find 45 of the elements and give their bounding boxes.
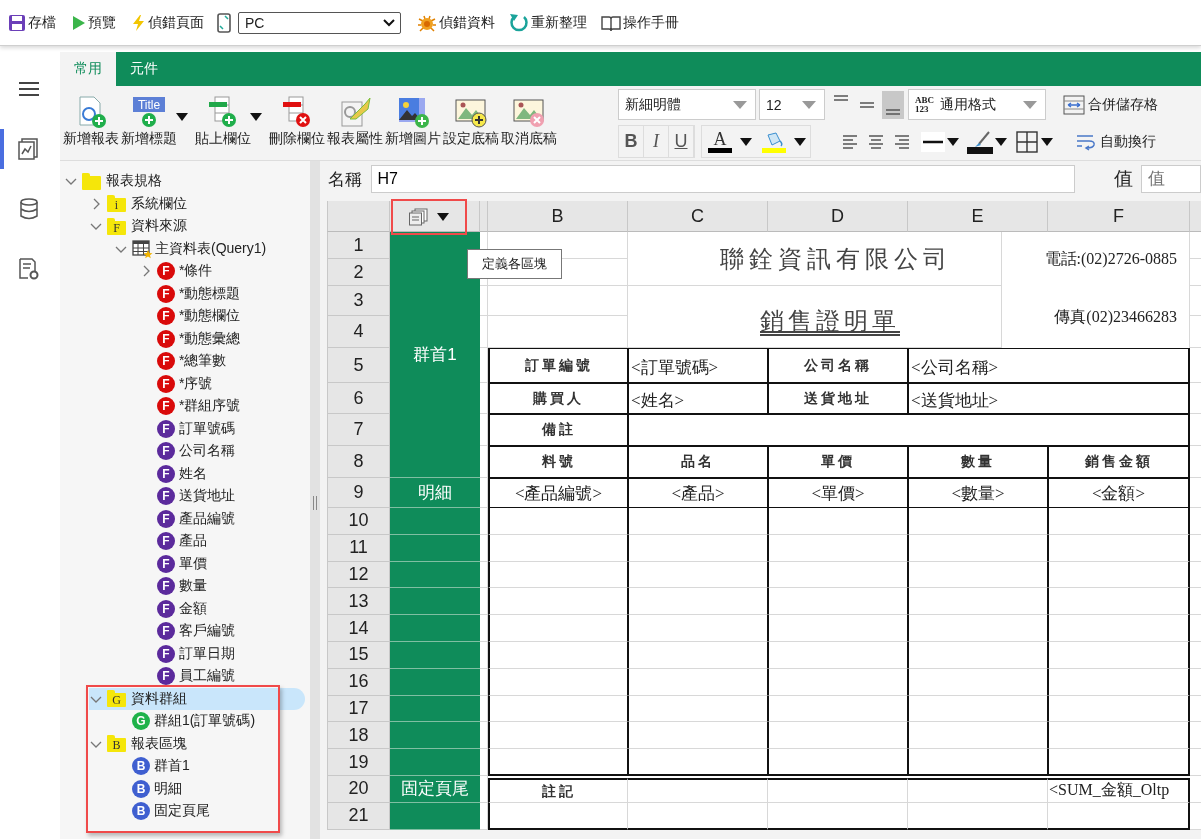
field-label: 備註 — [488, 414, 628, 446]
folder-icon: G — [107, 693, 126, 708]
badge-icon: F — [157, 352, 175, 371]
badge-icon: F — [157, 644, 175, 663]
badge-icon: F — [157, 442, 175, 461]
field-label: 購買人 — [488, 383, 628, 414]
block-label: 群首1 — [390, 232, 480, 478]
badge-icon: F — [157, 554, 175, 573]
field-label: 數量 — [908, 446, 1048, 478]
folder-icon: F — [107, 220, 126, 235]
badge-icon: F — [157, 487, 175, 506]
report-subtitle: 銷售證明單 — [628, 286, 1002, 348]
badge-icon: F — [157, 464, 175, 483]
badge-icon: F — [157, 622, 175, 641]
name-label: 名稱 — [328, 168, 363, 191]
badge-icon: F — [157, 419, 175, 438]
block-label: 明細 — [390, 478, 480, 508]
badge-icon: F — [157, 397, 175, 416]
badge-icon: F — [157, 667, 175, 686]
field-label: 註記 — [488, 777, 628, 803]
badge-icon: F — [157, 509, 175, 528]
field-label: 送貨地址 — [768, 383, 908, 414]
badge-icon: F — [157, 329, 175, 348]
field-label: 訂單編號 — [488, 348, 628, 383]
badge-icon: F — [157, 532, 175, 551]
folder-icon: i — [107, 198, 126, 213]
badge-icon: B — [132, 779, 150, 798]
badge-icon: B — [132, 757, 150, 776]
badge-icon: F — [157, 262, 175, 281]
value-label: 值 — [1113, 167, 1134, 191]
badge-icon: F — [157, 577, 175, 596]
badge-icon: F — [157, 284, 175, 303]
badge-icon: F — [157, 599, 175, 618]
field-label: 公司名稱 — [768, 348, 908, 383]
block-label: 固定頁尾 — [390, 775, 480, 803]
report-title: 聯銓資訊有限公司 — [628, 232, 1002, 286]
field-label: 料號 — [488, 446, 628, 478]
field-label: 品名 — [628, 446, 768, 478]
badge-icon: F — [157, 307, 175, 326]
folder-icon: B — [107, 738, 126, 753]
tooltip: 定義各區塊 — [467, 249, 562, 279]
badge-icon: F — [157, 374, 175, 393]
field-label: 單價 — [768, 446, 908, 478]
badge-icon: B — [132, 802, 150, 821]
badge-icon: G — [132, 712, 150, 731]
